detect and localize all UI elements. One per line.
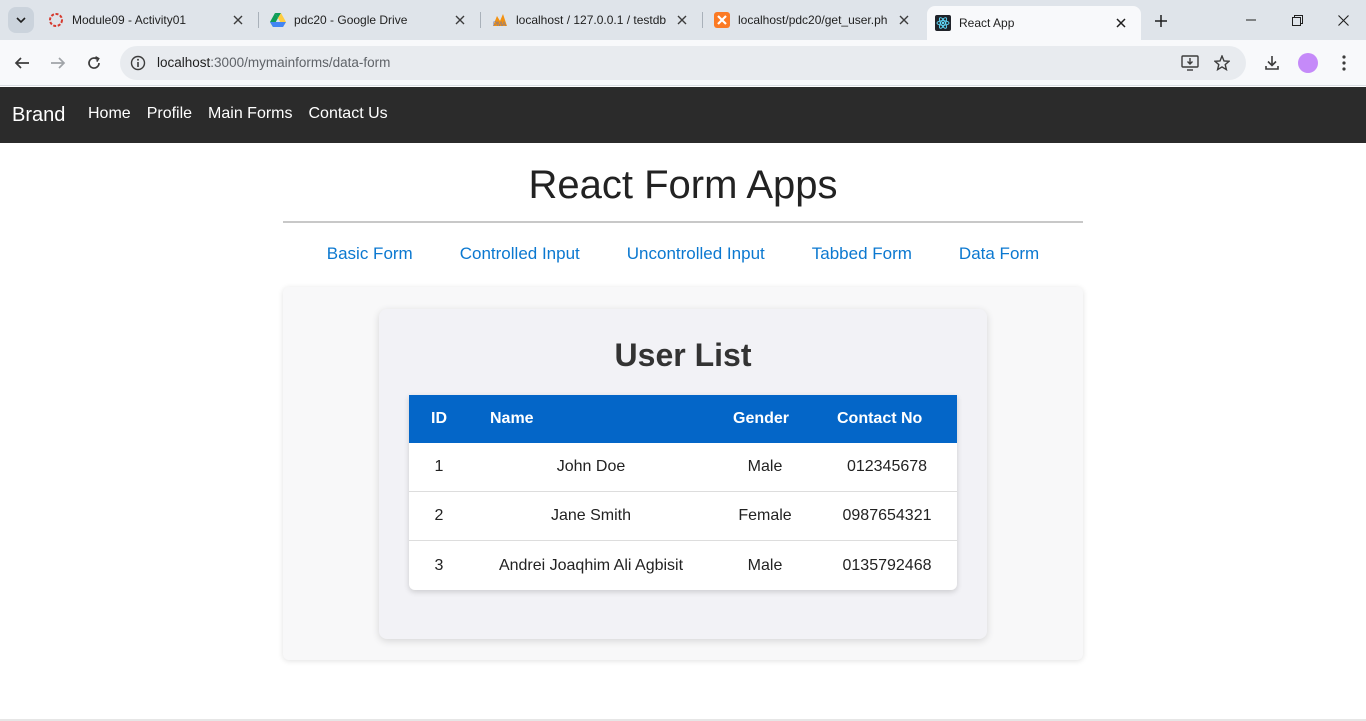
back-button[interactable] — [10, 51, 34, 75]
close-icon[interactable] — [1111, 13, 1131, 33]
cell-id: 2 — [434, 507, 444, 524]
window-close-button[interactable] — [1320, 0, 1366, 40]
table-row: 1 John Doe Male 012345678 — [409, 443, 957, 492]
table-header: ID Name Gender Contact No — [409, 395, 957, 443]
column-header-name: Name — [490, 410, 534, 427]
cell-name: Andrei Joaqhim Ali Agbisit — [498, 556, 684, 574]
nav-link-contact-us[interactable]: Contact Us — [309, 105, 388, 123]
cell-contact: 0987654321 — [842, 507, 932, 524]
phpmyadmin-icon: PMA — [492, 12, 508, 28]
chevron-down-icon — [16, 17, 26, 24]
form-link-tabbed-form[interactable]: Tabbed Form — [812, 244, 912, 264]
close-icon — [1337, 14, 1349, 26]
browser-menu-button[interactable] — [1332, 51, 1356, 75]
cell-name: John Doe — [556, 458, 626, 475]
cell-id: 3 — [434, 556, 444, 574]
new-tab-button[interactable] — [1150, 10, 1172, 32]
xampp-icon — [714, 12, 730, 28]
cell-contact: 012345678 — [846, 458, 928, 475]
tab-title: localhost/pdc20/get_user.php — [738, 13, 888, 27]
form-link-controlled-input[interactable]: Controlled Input — [460, 244, 580, 264]
tab-title: Module09 - Activity01 — [72, 13, 187, 27]
form-link-data-form[interactable]: Data Form — [959, 244, 1039, 264]
browser-tab-module09[interactable]: Module09 - Activity01 — [40, 0, 259, 40]
browser-tab-strip: Module09 - Activity01 pdc20 - Google Dri… — [0, 0, 1366, 40]
install-app-icon[interactable] — [1180, 53, 1200, 73]
cell-contact: 0135792468 — [842, 556, 932, 574]
browser-tab-get-user[interactable]: localhost/pdc20/get_user.php — [706, 0, 924, 40]
download-icon — [1265, 56, 1279, 70]
tab-title: localhost / 127.0.0.1 / testdb — [516, 13, 666, 27]
cell-name: Jane Smith — [550, 507, 632, 524]
table-row: 2 Jane Smith Female 0987654321 — [409, 492, 957, 541]
nav-links: Home Profile Main Forms Contact Us — [88, 105, 388, 123]
downloads-button[interactable] — [1260, 51, 1284, 75]
url-text: localhost:3000/mymainforms/data-form — [157, 55, 390, 70]
column-header-gender: Gender — [733, 410, 790, 427]
svg-text:PMA: PMA — [493, 22, 506, 27]
url-path: :3000/mymainforms/data-form — [210, 55, 391, 70]
form-link-basic-form[interactable]: Basic Form — [327, 244, 413, 264]
tab-title: React App — [959, 16, 1015, 30]
bookmark-star-icon[interactable] — [1212, 53, 1232, 73]
avatar — [1298, 53, 1318, 73]
minimize-button[interactable] — [1228, 0, 1274, 40]
cell-gender: Male — [747, 458, 783, 475]
browser-tab-google-drive[interactable]: pdc20 - Google Drive — [262, 0, 481, 40]
nav-link-main-forms[interactable]: Main Forms — [208, 105, 292, 123]
restore-button[interactable] — [1274, 0, 1320, 40]
tab-title: pdc20 - Google Drive — [294, 13, 408, 27]
arrow-right-icon — [51, 57, 66, 69]
nav-link-profile[interactable]: Profile — [147, 105, 192, 123]
brand-link[interactable]: Brand — [12, 104, 65, 127]
react-icon — [935, 15, 951, 31]
browser-tab-react-app[interactable]: React App — [927, 6, 1141, 40]
app-navbar: Brand Home Profile Main Forms Contact Us — [0, 87, 1366, 143]
form-links: Basic Form Controlled Input Uncontrolled… — [283, 244, 1083, 264]
user-list-heading: User List — [614, 337, 752, 373]
cell-id: 1 — [434, 458, 444, 475]
title-divider — [283, 221, 1083, 223]
address-bar[interactable]: localhost:3000/mymainforms/data-form — [120, 46, 1246, 80]
close-icon[interactable] — [450, 10, 470, 30]
profile-button[interactable] — [1296, 51, 1320, 75]
tab-search-button[interactable] — [8, 7, 34, 33]
google-drive-icon — [270, 12, 286, 28]
cell-gender: Female — [738, 507, 792, 524]
column-header-id: ID — [431, 410, 447, 427]
user-table: ID Name Gender Contact No 1 John Doe Mal… — [409, 395, 957, 590]
minimize-icon — [1246, 19, 1256, 21]
forward-button[interactable] — [46, 51, 70, 75]
reload-button[interactable] — [82, 51, 106, 75]
close-icon[interactable] — [894, 10, 914, 30]
cell-gender: Male — [747, 556, 783, 574]
arrow-left-icon — [14, 57, 29, 69]
browser-tab-phpmyadmin[interactable]: PMA localhost / 127.0.0.1 / testdb — [484, 0, 703, 40]
plus-icon — [1155, 15, 1167, 27]
more-vertical-icon — [1342, 55, 1346, 71]
page-title: React Form Apps — [528, 163, 838, 207]
reload-icon — [88, 56, 100, 69]
url-host: localhost — [157, 55, 211, 70]
close-icon[interactable] — [672, 10, 692, 30]
close-icon[interactable] — [228, 10, 248, 30]
restore-icon — [1291, 14, 1303, 26]
table-row: 3 Andrei Joaqhim Ali Agbisit Male 013579… — [409, 541, 957, 590]
browser-toolbar: localhost:3000/mymainforms/data-form — [0, 40, 1366, 86]
canvas-ring-icon — [48, 12, 64, 28]
site-info-icon[interactable] — [128, 53, 148, 73]
column-header-contact: Contact No — [837, 410, 923, 427]
form-link-uncontrolled-input[interactable]: Uncontrolled Input — [627, 244, 765, 264]
nav-link-home[interactable]: Home — [88, 105, 131, 123]
